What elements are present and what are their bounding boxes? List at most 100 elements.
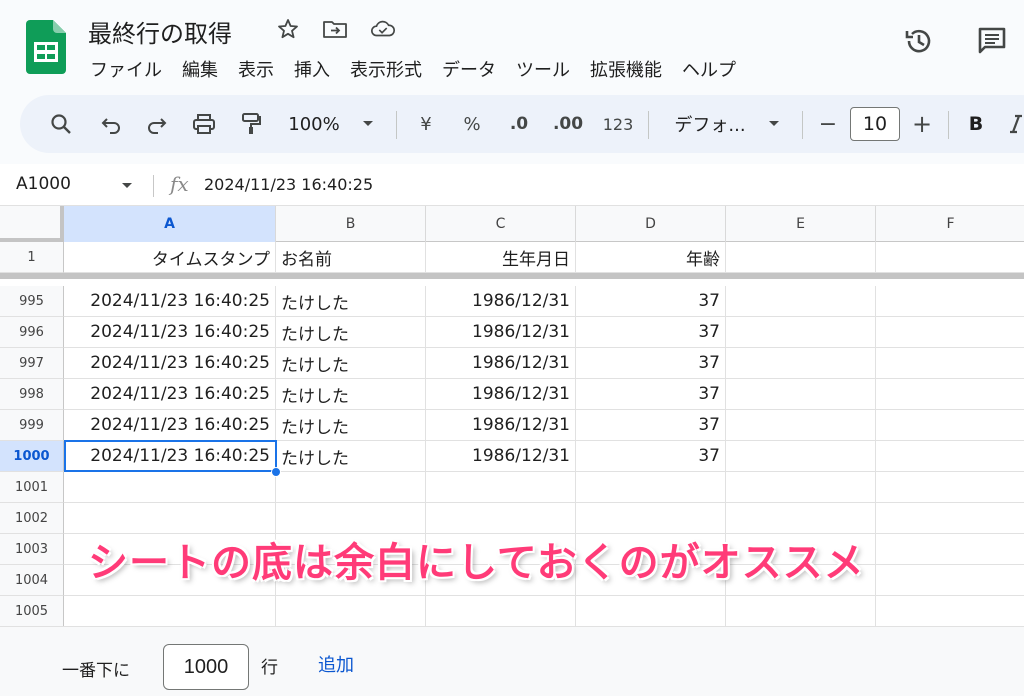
document-title[interactable]: 最終行の取得: [88, 14, 232, 49]
decrease-font-size-button[interactable]: −: [814, 95, 842, 153]
row-header[interactable]: 998: [0, 379, 64, 410]
menu-extensions[interactable]: 拡張機能: [580, 56, 672, 82]
increase-font-size-button[interactable]: +: [908, 95, 936, 153]
cell-d999[interactable]: 37: [576, 410, 726, 441]
cell-a998[interactable]: 2024/11/23 16:40:25: [64, 379, 276, 410]
cell-c999[interactable]: 1986/12/31: [426, 410, 576, 441]
cell-e1[interactable]: [726, 242, 876, 273]
font-family-select[interactable]: デフォ...: [664, 95, 756, 153]
cell-c1[interactable]: 生年月日: [426, 242, 576, 273]
cell-f995[interactable]: [876, 286, 1024, 317]
menu-help[interactable]: ヘルプ: [672, 56, 746, 82]
cell-e1001[interactable]: [726, 472, 876, 503]
cell-a1[interactable]: タイムスタンプ: [64, 242, 276, 273]
select-all-corner[interactable]: [0, 206, 64, 242]
cell-a997[interactable]: 2024/11/23 16:40:25: [64, 348, 276, 379]
row-header[interactable]: 1005: [0, 596, 64, 626]
cell-f996[interactable]: [876, 317, 1024, 348]
cell-f1[interactable]: [876, 242, 1024, 273]
column-header-b[interactable]: B: [276, 206, 426, 242]
menu-insert[interactable]: 挿入: [284, 56, 340, 82]
cell-d1001[interactable]: [576, 472, 726, 503]
cell-e1005[interactable]: [726, 596, 876, 626]
undo-icon[interactable]: [96, 95, 126, 153]
column-header-f[interactable]: F: [876, 206, 1024, 242]
cell-f1005[interactable]: [876, 596, 1024, 626]
print-icon[interactable]: [188, 95, 220, 153]
menu-file[interactable]: ファイル: [80, 56, 172, 82]
cell-a1001[interactable]: [64, 472, 276, 503]
cell-f1003[interactable]: [876, 534, 1024, 565]
cell-f999[interactable]: [876, 410, 1024, 441]
cell-f1002[interactable]: [876, 503, 1024, 534]
column-header-a[interactable]: A: [64, 206, 276, 242]
row-header[interactable]: 997: [0, 348, 64, 379]
cell-f1004[interactable]: [876, 565, 1024, 596]
add-rows-button[interactable]: 追加: [318, 651, 354, 677]
cell-e996[interactable]: [726, 317, 876, 348]
cell-a995[interactable]: 2024/11/23 16:40:25: [64, 286, 276, 317]
cell-b999[interactable]: たけした: [276, 410, 426, 441]
row-header[interactable]: 1002: [0, 503, 64, 534]
cell-c997[interactable]: 1986/12/31: [426, 348, 576, 379]
cell-f1000[interactable]: [876, 441, 1024, 472]
menu-view[interactable]: 表示: [228, 56, 284, 82]
cell-c995[interactable]: 1986/12/31: [426, 286, 576, 317]
row-header[interactable]: 1000: [0, 441, 64, 472]
cell-d998[interactable]: 37: [576, 379, 726, 410]
column-header-c[interactable]: C: [426, 206, 576, 242]
menu-format[interactable]: 表示形式: [340, 56, 432, 82]
cell-e1000[interactable]: [726, 441, 876, 472]
currency-format-button[interactable]: ¥: [412, 95, 440, 153]
cell-d995[interactable]: 37: [576, 286, 726, 317]
version-history-icon[interactable]: [902, 24, 936, 58]
cell-d997[interactable]: 37: [576, 348, 726, 379]
cell-c998[interactable]: 1986/12/31: [426, 379, 576, 410]
sheets-logo-icon[interactable]: [26, 20, 66, 74]
menu-data[interactable]: データ: [432, 56, 506, 82]
star-icon[interactable]: [275, 16, 301, 42]
menu-tools[interactable]: ツール: [506, 56, 580, 82]
row-header[interactable]: 1003: [0, 534, 64, 565]
cell-b997[interactable]: たけした: [276, 348, 426, 379]
cell-c996[interactable]: 1986/12/31: [426, 317, 576, 348]
column-header-d[interactable]: D: [576, 206, 726, 242]
cloud-saved-icon[interactable]: [370, 16, 396, 42]
increase-decimal-button[interactable]: .00: [548, 95, 588, 153]
cell-a996[interactable]: 2024/11/23 16:40:25: [64, 317, 276, 348]
row-header[interactable]: 995: [0, 286, 64, 317]
zoom-select[interactable]: 100%: [282, 95, 346, 153]
bold-button[interactable]: B: [962, 95, 990, 153]
cell-c1005[interactable]: [426, 596, 576, 626]
name-box[interactable]: A1000: [16, 174, 71, 194]
freeze-divider[interactable]: [0, 273, 1024, 279]
row-header[interactable]: 1001: [0, 472, 64, 503]
cell-e999[interactable]: [726, 410, 876, 441]
cell-f997[interactable]: [876, 348, 1024, 379]
cell-d996[interactable]: 37: [576, 317, 726, 348]
decrease-decimal-button[interactable]: .0: [502, 95, 536, 153]
paint-format-icon[interactable]: [236, 95, 266, 153]
cell-a1005[interactable]: [64, 596, 276, 626]
cell-b996[interactable]: たけした: [276, 317, 426, 348]
cell-c1001[interactable]: [426, 472, 576, 503]
row-header[interactable]: 1004: [0, 565, 64, 596]
cell-b995[interactable]: たけした: [276, 286, 426, 317]
percent-format-button[interactable]: %: [458, 95, 486, 153]
cell-e998[interactable]: [726, 379, 876, 410]
cell-c1000[interactable]: 1986/12/31: [426, 441, 576, 472]
cell-b1001[interactable]: [276, 472, 426, 503]
add-rows-count-input[interactable]: [163, 644, 249, 690]
cell-e997[interactable]: [726, 348, 876, 379]
cell-d1[interactable]: 年齢: [576, 242, 726, 273]
cell-a999[interactable]: 2024/11/23 16:40:25: [64, 410, 276, 441]
zoom-caret-icon[interactable]: [358, 95, 378, 153]
cell-b1[interactable]: お名前: [276, 242, 426, 273]
row-header[interactable]: 999: [0, 410, 64, 441]
cell-b998[interactable]: たけした: [276, 379, 426, 410]
cell-f1001[interactable]: [876, 472, 1024, 503]
cell-f998[interactable]: [876, 379, 1024, 410]
cell-b1005[interactable]: [276, 596, 426, 626]
menu-edit[interactable]: 編集: [172, 56, 228, 82]
fill-handle[interactable]: [271, 467, 281, 477]
